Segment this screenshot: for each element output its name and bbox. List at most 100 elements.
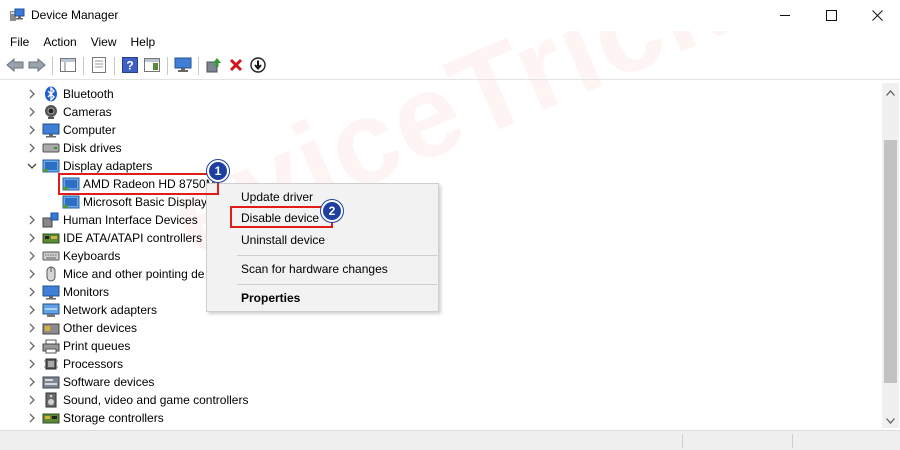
- tree-item-label: Cameras: [63, 105, 112, 119]
- chevron-right-icon[interactable]: [26, 358, 38, 370]
- bluetooth-icon: [42, 86, 60, 102]
- chevron-right-icon[interactable]: [26, 304, 38, 316]
- other-devices-icon: [42, 320, 60, 336]
- toolbar-separator: [52, 57, 53, 75]
- tree-item-mice-and-other-pointing-de[interactable]: Mice and other pointing de: [4, 265, 204, 283]
- chevron-right-icon[interactable]: [26, 376, 38, 388]
- tree-item-label: Computer: [63, 123, 116, 137]
- chevron-right-icon[interactable]: [26, 322, 38, 334]
- tree-item-cameras[interactable]: Cameras: [4, 103, 112, 121]
- menu-file[interactable]: File: [3, 31, 36, 53]
- status-divider: [682, 434, 683, 448]
- minimize-icon: [779, 10, 791, 21]
- tree-item-disk-drives[interactable]: Disk drives: [4, 139, 122, 157]
- tree-item-keyboards[interactable]: Keyboards: [4, 247, 120, 265]
- tree-item-label: Print queues: [63, 339, 131, 353]
- window-title: Device Manager: [31, 8, 119, 22]
- uninstall-button[interactable]: [225, 55, 247, 77]
- tree-item-label: Bluetooth: [63, 87, 114, 101]
- chevron-right-icon[interactable]: [26, 412, 38, 424]
- tree-item-print-queues[interactable]: Print queues: [4, 337, 130, 355]
- network-adapter-icon: [42, 302, 60, 318]
- help-button[interactable]: ?: [119, 55, 141, 77]
- tree-item-monitors[interactable]: Monitors: [4, 283, 109, 301]
- ctx-properties[interactable]: Properties: [207, 288, 438, 308]
- status-divider: [792, 434, 793, 448]
- tree-item-software-devices[interactable]: Software devices: [4, 373, 154, 391]
- disable-device-button[interactable]: [247, 55, 269, 77]
- console-tree-icon: [60, 57, 76, 75]
- tree-item-other-devices[interactable]: Other devices: [4, 319, 137, 337]
- tree-item-label: Network adapters: [63, 303, 158, 317]
- scroll-thumb[interactable]: [884, 140, 897, 383]
- tree-item-label: Storage controllers: [63, 411, 164, 425]
- chevron-right-icon[interactable]: [26, 214, 38, 226]
- menu-view[interactable]: View: [84, 31, 124, 53]
- tree-item-label: Other devices: [63, 321, 138, 335]
- tree-item-label: Microsoft Basic Display: [83, 195, 208, 209]
- tree-item-microsoft-basic-display[interactable]: Microsoft Basic Display: [24, 193, 207, 211]
- chevron-right-icon[interactable]: [26, 250, 38, 262]
- ctx-scan-hardware[interactable]: Scan for hardware changes: [207, 259, 438, 279]
- scroll-down-arrow-icon: [886, 413, 895, 427]
- chevron-right-icon[interactable]: [26, 232, 38, 244]
- scroll-down-button[interactable]: [882, 411, 899, 428]
- tree-item-bluetooth[interactable]: Bluetooth: [4, 85, 114, 103]
- chevron-right-icon[interactable]: [26, 286, 38, 298]
- maximize-icon: [825, 10, 837, 21]
- display-adapter-icon: [42, 158, 60, 174]
- camera-icon: [42, 104, 60, 120]
- menu-action[interactable]: Action: [36, 31, 83, 53]
- computer-icon: [42, 122, 60, 138]
- console-tree-button[interactable]: [57, 55, 79, 77]
- chevron-right-icon[interactable]: [26, 124, 38, 136]
- close-icon: [871, 10, 883, 21]
- ctx-uninstall-device[interactable]: Uninstall device: [207, 230, 438, 250]
- minimize-button[interactable]: [762, 0, 808, 31]
- chevron-right-icon[interactable]: [26, 88, 38, 100]
- chevron-right-icon[interactable]: [26, 394, 38, 406]
- tree-item-label: Sound, video and game controllers: [63, 393, 249, 407]
- device-tree: Bluetooth Cameras Computer Disk drives Displ…: [4, 83, 882, 428]
- toolbar-separator: [83, 57, 84, 75]
- chevron-right-icon[interactable]: [26, 142, 38, 154]
- mouse-icon: [42, 266, 60, 282]
- chevron-right-icon[interactable]: [26, 268, 38, 280]
- menu-help[interactable]: Help: [124, 31, 163, 53]
- highlight-amd-radeon: [58, 173, 219, 195]
- menu-bar: File Action View Help: [0, 31, 900, 53]
- vertical-scrollbar[interactable]: [882, 83, 899, 428]
- maximize-button[interactable]: [808, 0, 854, 31]
- scan-hardware-button[interactable]: [172, 55, 194, 77]
- tree-item-storage-controllers[interactable]: Storage controllers: [4, 409, 164, 427]
- tree-item-label: Keyboards: [63, 249, 121, 263]
- scroll-up-button[interactable]: [882, 83, 899, 100]
- tree-item-computer[interactable]: Computer: [4, 121, 116, 139]
- forward-button[interactable]: [26, 55, 48, 77]
- tree-item-label: Processors: [63, 357, 124, 371]
- tree-item-ide-ata-atapi-controllers[interactable]: IDE ATA/ATAPI controllers: [4, 229, 202, 247]
- close-button[interactable]: [854, 0, 900, 31]
- chevron-down-icon[interactable]: [26, 160, 38, 172]
- hid-icon: [42, 212, 60, 228]
- speaker-icon: [42, 392, 60, 408]
- back-button[interactable]: [4, 55, 26, 77]
- tree-item-network-adapters[interactable]: Network adapters: [4, 301, 157, 319]
- tree-item-label: Software devices: [63, 375, 155, 389]
- ide-controller-icon: [42, 230, 60, 246]
- toolbar-separator: [167, 57, 168, 75]
- tree-item-processors[interactable]: Processors: [4, 355, 123, 373]
- chevron-right-icon[interactable]: [26, 340, 38, 352]
- device-manager-app-icon: [9, 8, 25, 22]
- tree-item-label: Human Interface Devices: [63, 213, 198, 227]
- chevron-right-icon[interactable]: [26, 106, 38, 118]
- printer-icon: [42, 338, 60, 354]
- tree-item-label: Disk drives: [63, 141, 122, 155]
- tree-item-sound-video-and-game-controllers[interactable]: Sound, video and game controllers: [4, 391, 248, 409]
- show-hide-button[interactable]: [141, 55, 163, 77]
- step-badge-1: 1: [207, 160, 229, 182]
- tree-item-human-interface-devices[interactable]: Human Interface Devices: [4, 211, 198, 229]
- properties-button[interactable]: [88, 55, 110, 77]
- status-bar: [0, 430, 900, 450]
- update-driver-button[interactable]: [203, 55, 225, 77]
